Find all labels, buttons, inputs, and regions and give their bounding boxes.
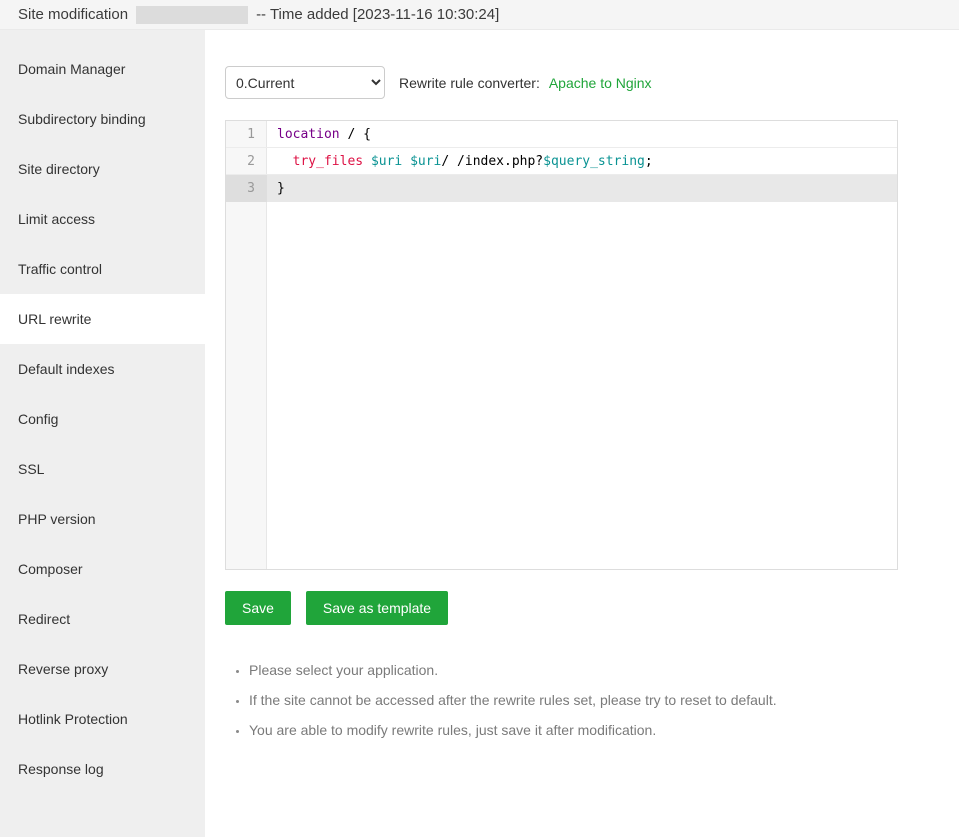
sidebar-item-php-version[interactable]: PHP version [0,494,205,544]
window-titlebar: Site modification -- Time added [2023-11… [0,0,959,30]
sidebar-item-reverse-proxy[interactable]: Reverse proxy [0,644,205,694]
apache-to-nginx-link[interactable]: Apache to Nginx [549,75,652,91]
sidebar: Domain ManagerSubdirectory bindingSite d… [0,30,205,837]
code-rows: 1location / {2 try_files $uri $uri/ /ind… [226,121,897,202]
code-line[interactable]: 1location / { [226,121,897,148]
code-text: try_files $uri $uri/ /index.php?$query_s… [267,148,653,174]
sidebar-item-response-log[interactable]: Response log [0,744,205,794]
rewrite-toolbar: 0.Current Rewrite rule converter: Apache… [225,66,959,99]
sidebar-item-ssl[interactable]: SSL [0,444,205,494]
main-content: 0.Current Rewrite rule converter: Apache… [205,30,959,837]
sidebar-item-site-directory[interactable]: Site directory [0,144,205,194]
redacted-site-name [136,6,248,24]
note-item: If the site cannot be accessed after the… [249,685,959,715]
sidebar-item-url-rewrite[interactable]: URL rewrite [0,294,205,344]
sidebar-item-traffic-control[interactable]: Traffic control [0,244,205,294]
line-number: 2 [226,148,267,174]
line-number: 3 [226,175,267,202]
sidebar-item-limit-access[interactable]: Limit access [0,194,205,244]
sidebar-item-redirect[interactable]: Redirect [0,594,205,644]
code-line[interactable]: 2 try_files $uri $uri/ /index.php?$query… [226,148,897,175]
sidebar-item-domain-manager[interactable]: Domain Manager [0,44,205,94]
sidebar-item-default-indexes[interactable]: Default indexes [0,344,205,394]
note-item: You are able to modify rewrite rules, ju… [249,715,959,745]
notes-list: Please select your application.If the si… [225,655,959,745]
converter-label: Rewrite rule converter: [399,75,540,91]
page-title: Site modification [18,6,128,23]
code-line[interactable]: 3} [226,175,897,202]
action-buttons: Save Save as template [225,591,959,625]
sidebar-item-subdirectory-binding[interactable]: Subdirectory binding [0,94,205,144]
code-text: } [267,175,285,202]
preset-select[interactable]: 0.Current [225,66,385,99]
time-added-label: -- Time added [2023-11-16 10:30:24] [256,6,499,23]
sidebar-item-config[interactable]: Config [0,394,205,444]
save-as-template-button[interactable]: Save as template [306,591,448,625]
code-editor[interactable]: 1location / {2 try_files $uri $uri/ /ind… [225,120,898,570]
save-button[interactable]: Save [225,591,291,625]
sidebar-item-hotlink-protection[interactable]: Hotlink Protection [0,694,205,744]
notes-section: Please select your application.If the si… [225,655,959,745]
line-number: 1 [226,121,267,147]
sidebar-item-composer[interactable]: Composer [0,544,205,594]
note-item: Please select your application. [249,655,959,685]
code-text: location / { [267,121,371,147]
